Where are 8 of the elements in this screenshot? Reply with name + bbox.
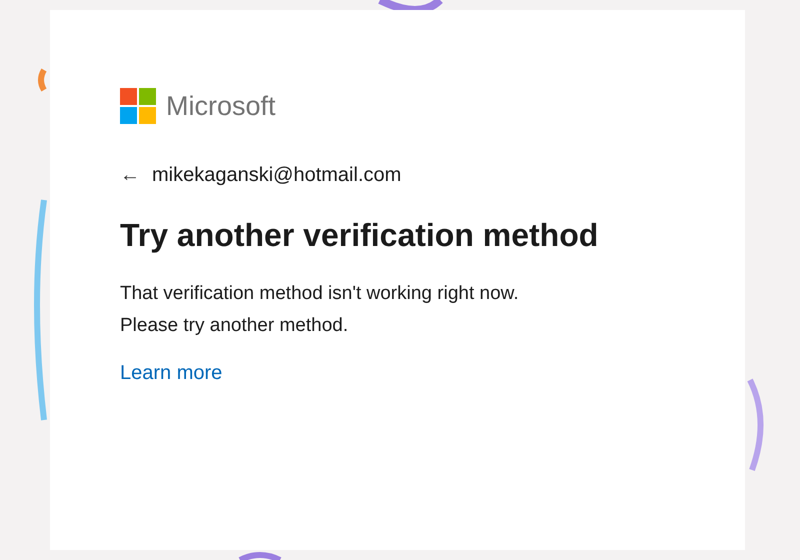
back-button[interactable]: ← [120,164,140,187]
account-email: mikekaganski@hotmail.com [152,164,402,187]
message-text: That verification method isn't working right now. [120,282,519,306]
learn-more-link[interactable]: Learn more [120,362,222,385]
logo-text: Microsoft [166,90,276,122]
logo-icon [120,88,156,124]
message-text: Please try another method. [120,314,350,338]
page-heading: Try another verification method [120,217,598,254]
